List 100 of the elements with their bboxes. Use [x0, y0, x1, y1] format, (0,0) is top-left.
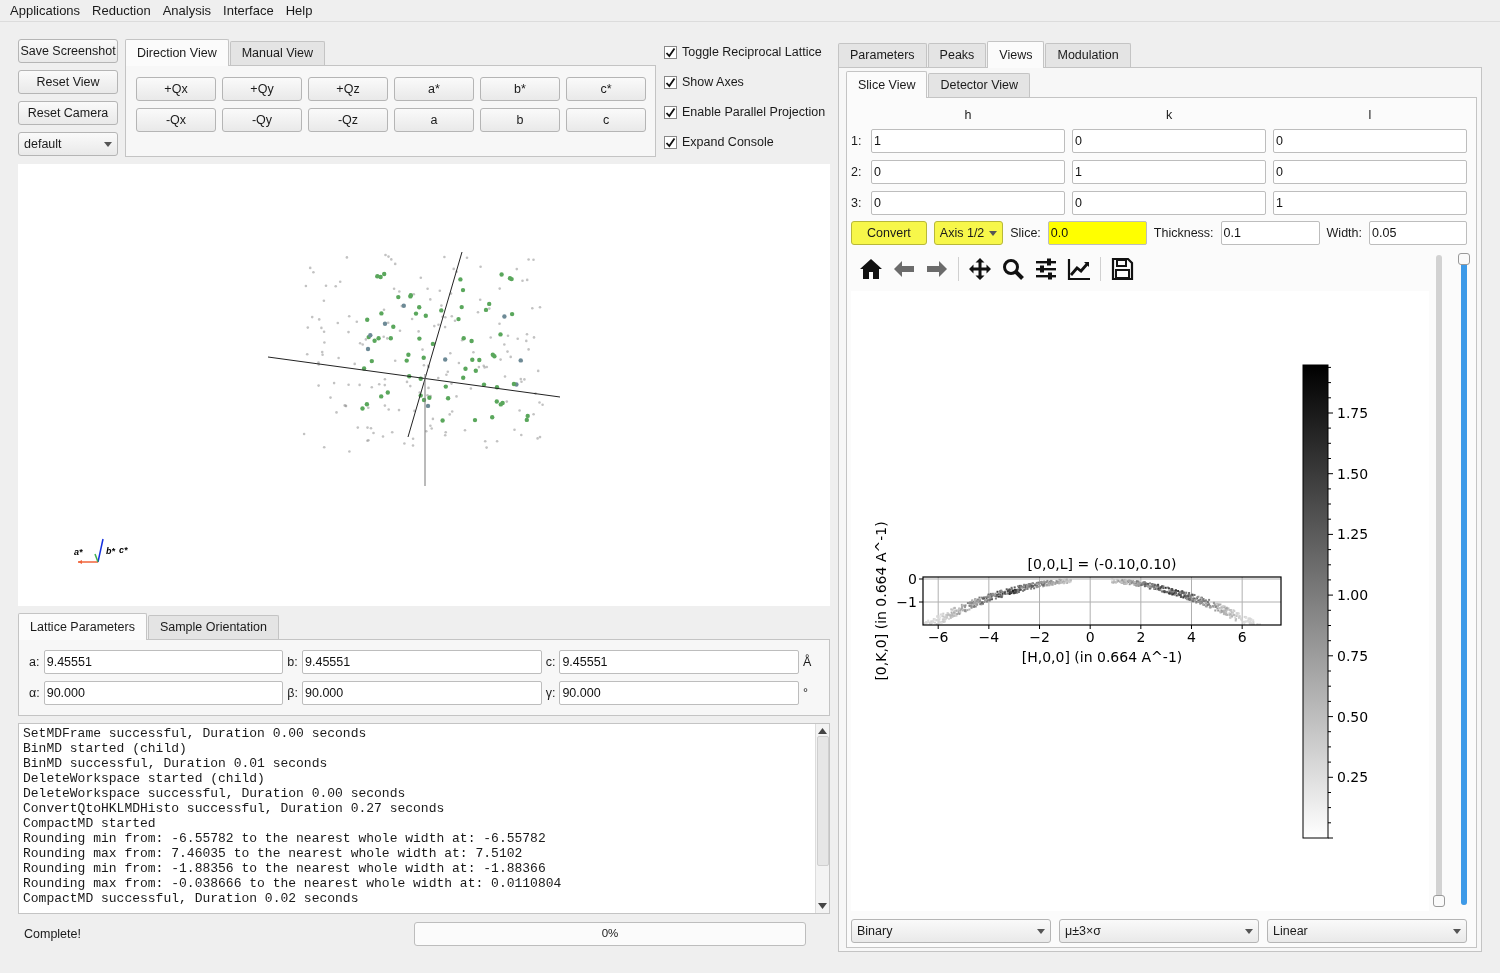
tick-label: 0 [1085, 629, 1095, 645]
field-label: α: [29, 684, 40, 702]
scroll-down-icon[interactable] [818, 903, 827, 909]
tab[interactable]: Detector View [928, 73, 1031, 97]
input-field[interactable]: 0 [1072, 191, 1266, 215]
field-label: Slice: [1010, 224, 1041, 242]
direction-button[interactable]: c* [566, 77, 646, 101]
input-field[interactable]: 90.000 [559, 681, 799, 705]
checkbox[interactable] [664, 105, 677, 119]
direction-button[interactable]: b [480, 108, 560, 132]
input-field[interactable]: 9.45551 [43, 650, 284, 674]
input-field[interactable]: 1 [1072, 160, 1266, 184]
camera-dropdown[interactable]: default [18, 132, 118, 156]
tab[interactable]: Manual View [229, 41, 325, 65]
dropdown[interactable]: μ±3×σ [1059, 919, 1259, 943]
view-button[interactable]: Save Screenshot [18, 39, 118, 63]
input-field[interactable]: 1 [1273, 191, 1467, 215]
3d-view[interactable]: a* b* c* [18, 164, 830, 606]
direction-button[interactable]: +Qz [308, 77, 388, 101]
slider-handle[interactable] [1433, 895, 1445, 907]
axis-dropdown[interactable]: Axis 1/2 [933, 221, 1004, 245]
sliders-icon[interactable] [1034, 257, 1058, 281]
field-label: γ: [545, 684, 556, 702]
field-label: Thickness: [1153, 224, 1214, 242]
menu-item[interactable]: Reduction [86, 0, 157, 21]
progress-text: 0% [601, 926, 619, 942]
tab[interactable]: Slice View [846, 71, 928, 98]
direction-button[interactable]: +Qy [222, 77, 302, 101]
tick-label: −2 [1029, 629, 1050, 645]
tick-label: 2 [1136, 629, 1146, 645]
convert-button[interactable]: Convert [851, 221, 927, 245]
checkbox[interactable] [664, 45, 677, 59]
caret-icon [1245, 928, 1253, 934]
tab[interactable]: Lattice Parameters [18, 613, 147, 640]
menu-item[interactable]: Help [279, 0, 319, 21]
direction-button[interactable]: +Qx [136, 77, 216, 101]
tick-label: 0 [908, 571, 917, 587]
move-icon[interactable] [968, 257, 992, 281]
input-field[interactable]: 0 [1072, 129, 1266, 153]
tick-label: 1.00 [1337, 587, 1369, 604]
direction-button[interactable]: c [566, 108, 646, 132]
input-field[interactable]: 0.0 [1047, 221, 1147, 245]
menu-item[interactable]: Applications [4, 0, 87, 21]
scrollbar-thumb[interactable] [816, 736, 829, 866]
tab[interactable]: Parameters [838, 43, 927, 67]
row-label: 2: [851, 163, 863, 181]
input-field[interactable]: 90.000 [302, 681, 542, 705]
field-label: β: [287, 684, 298, 702]
column-header: l [1367, 107, 1373, 122]
checkbox[interactable] [664, 75, 677, 89]
input-field[interactable]: 0.05 [1369, 221, 1467, 245]
dropdown[interactable]: Linear [1267, 919, 1467, 943]
row-label: 1: [851, 132, 863, 150]
vertical-slider[interactable] [1457, 253, 1469, 907]
console-line: BinMD successful, Duration 0.01 seconds [23, 756, 329, 771]
tick-label: −6 [927, 629, 949, 645]
home-icon[interactable] [859, 257, 883, 281]
tab[interactable]: Direction View [125, 39, 229, 66]
input-field[interactable]: 9.45551 [559, 650, 799, 674]
direction-button[interactable]: -Qx [136, 108, 216, 132]
input-field[interactable]: 0 [1273, 160, 1467, 184]
console-line: Rounding min from: -6.55782 to the nearest whole width at: -6.55782 [23, 831, 547, 846]
tab[interactable]: Peaks [927, 43, 987, 67]
scroll-up-icon[interactable] [818, 728, 827, 734]
checkbox-label: Enable Parallel Projection [682, 103, 826, 121]
unit-label: ° [803, 684, 809, 702]
search-icon[interactable] [1001, 257, 1025, 281]
view-button[interactable]: Reset Camera [18, 101, 118, 125]
input-field[interactable]: 0 [871, 191, 1065, 215]
dropdown[interactable]: Binary [851, 919, 1051, 943]
vertical-slider[interactable] [1433, 253, 1445, 907]
view-button[interactable]: Reset View [18, 70, 118, 94]
direction-button[interactable]: -Qz [308, 108, 388, 132]
tab[interactable]: Modulation [1045, 43, 1131, 67]
console-line: Rounding max from: 7.46035 to the nearest whole width at: 7.5102 [23, 846, 524, 861]
tab[interactable]: Views [987, 41, 1045, 68]
line-chart-icon[interactable] [1067, 257, 1091, 281]
input-field[interactable]: 90.000 [43, 681, 284, 705]
field-label: b: [287, 653, 298, 671]
direction-button[interactable]: b* [480, 77, 560, 101]
input-field[interactable]: 0 [871, 160, 1065, 184]
checkbox[interactable] [664, 135, 677, 149]
direction-button[interactable]: -Qy [222, 108, 302, 132]
direction-button[interactable]: a* [394, 77, 474, 101]
tab[interactable]: Sample Orientation [147, 615, 279, 639]
slider-handle[interactable] [1457, 253, 1470, 265]
input-field[interactable]: 0.1 [1220, 221, 1320, 245]
input-field[interactable]: 9.45551 [302, 650, 542, 674]
field-label: Width: [1326, 224, 1362, 242]
input-field[interactable]: 1 [871, 129, 1065, 153]
menu-item[interactable]: Interface [217, 0, 280, 21]
tick-label: 0.25 [1337, 769, 1369, 786]
menu-item[interactable]: Analysis [156, 0, 218, 21]
console-line: ConvertQtoHKLMDHisto successful, Duration 0.27 seconds [23, 801, 446, 816]
axis-label: b* [106, 546, 115, 556]
direction-button[interactable]: a [394, 108, 474, 132]
unit-label: Å [803, 653, 813, 671]
tick-label: 1.50 [1337, 465, 1369, 482]
input-field[interactable]: 0 [1273, 129, 1467, 153]
save-icon[interactable] [1110, 257, 1134, 281]
